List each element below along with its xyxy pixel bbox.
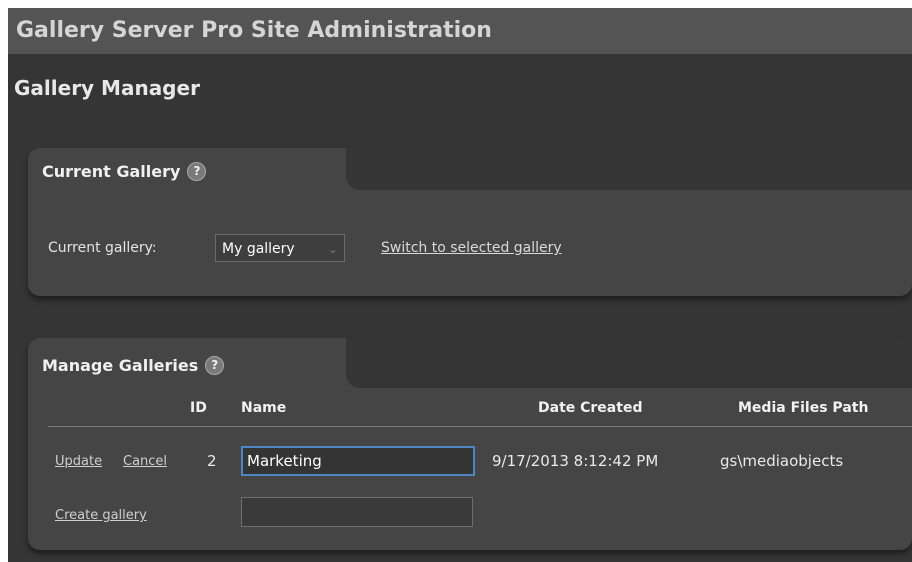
gallery-name-input[interactable] [241,446,475,476]
switch-gallery-link[interactable]: Switch to selected gallery [381,240,562,256]
help-icon[interactable]: ? [205,356,225,375]
admin-frame: Gallery Server Pro Site Administration G… [8,8,912,562]
current-gallery-panel: Current Gallery ? Current gallery: My ga… [28,148,912,296]
new-gallery-name-input[interactable] [241,497,473,527]
column-header-media-files-path: Media Files Path [738,400,869,416]
gallery-date-created: 9/17/2013 8:12:42 PM [492,452,659,470]
current-gallery-heading: Current Gallery ? [42,162,207,181]
table-header-divider [48,426,912,427]
gallery-media-path: gs\mediaobjects [720,452,844,470]
manage-galleries-panel: Manage Galleries ? ID Name Date Created … [28,338,912,550]
gallery-id: 2 [207,452,217,470]
column-header-id: ID [190,400,207,416]
current-gallery-heading-label: Current Gallery [42,162,181,181]
update-link[interactable]: Update [55,454,102,469]
site-title: Gallery Server Pro Site Administration [16,18,492,43]
manage-galleries-heading: Manage Galleries ? [42,356,225,375]
column-header-name: Name [241,400,287,416]
site-header: Gallery Server Pro Site Administration [8,8,912,54]
help-icon[interactable]: ? [187,162,207,181]
gallery-select-value: My gallery [222,241,295,257]
create-gallery-link[interactable]: Create gallery [55,508,147,523]
manage-galleries-heading-label: Manage Galleries [42,356,199,375]
current-gallery-label: Current gallery: [48,240,157,256]
cancel-link[interactable]: Cancel [123,454,167,469]
chevron-down-icon: ⌄ [327,242,338,256]
page-title: Gallery Manager [14,76,200,100]
gallery-select[interactable]: My gallery ⌄ [215,234,345,262]
column-header-date-created: Date Created [538,400,643,416]
